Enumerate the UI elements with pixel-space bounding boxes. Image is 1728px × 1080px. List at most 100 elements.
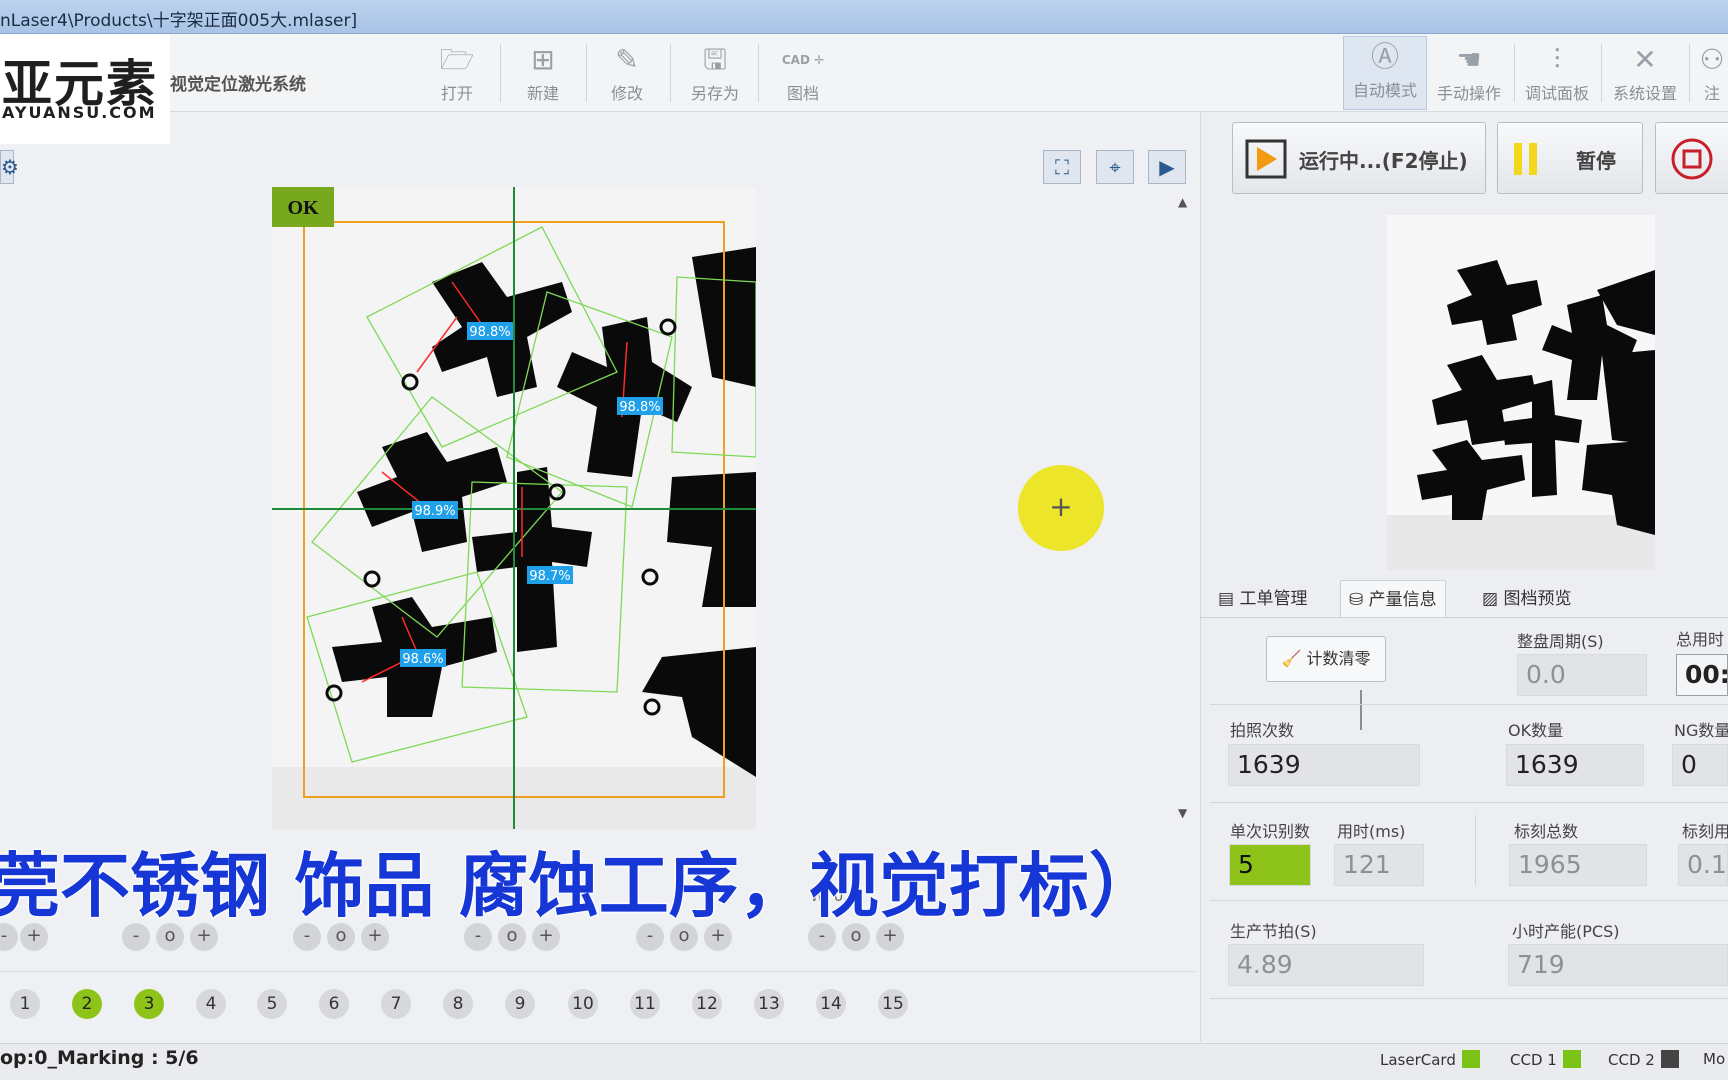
step-indicator[interactable]: 2: [72, 989, 102, 1019]
time-ms-value: 121: [1334, 844, 1424, 886]
marking-status: op:0_Marking : 5/6: [0, 1047, 199, 1069]
crosshair-target-icon: ⌖: [1109, 155, 1121, 179]
debug-panel-button[interactable]: ⫶ 调试面板: [1518, 40, 1596, 106]
manual-button[interactable]: ☚ 手动操作: [1430, 40, 1508, 106]
step-indicator[interactable]: 1: [10, 989, 40, 1019]
step-indicator[interactable]: 11: [630, 989, 660, 1019]
folder-open-icon: 🗁: [439, 43, 475, 76]
auto-mode-button[interactable]: Ⓐ 自动模式: [1343, 36, 1427, 110]
takt-label: 生产节拍(S): [1230, 922, 1317, 941]
tab-orders[interactable]: ▤ 工单管理: [1218, 580, 1307, 618]
shots-value: 1639: [1228, 744, 1420, 786]
step-indicator[interactable]: 7: [381, 989, 411, 1019]
user-icon: ⚇: [1699, 43, 1725, 76]
tab-production[interactable]: ⛁ 产量信息: [1340, 580, 1446, 618]
ng-count-value: 0: [1672, 744, 1728, 786]
clear-count-button[interactable]: 🧹 计数清零: [1266, 636, 1386, 682]
lasercard-indicator: [1461, 1050, 1480, 1068]
broom-icon: 🧹: [1281, 649, 1307, 668]
step-indicator[interactable]: 14: [816, 989, 846, 1019]
divider: [1210, 704, 1728, 705]
step-indicator[interactable]: 6: [319, 989, 349, 1019]
ccd1-status: CCD 1: [1510, 1050, 1581, 1069]
score-label: 98.8%: [469, 325, 510, 340]
new-button[interactable]: ⊞ 新建: [504, 40, 582, 106]
step-indicator[interactable]: 5: [257, 989, 287, 1019]
step-indicator[interactable]: 12: [692, 989, 722, 1019]
step-indicator[interactable]: 13: [754, 989, 784, 1019]
step-indicator[interactable]: 3: [134, 989, 164, 1019]
watermark-logo: 亚元素 AYUANSU.COM: [0, 34, 170, 144]
step-indicator[interactable]: 10: [568, 989, 598, 1019]
pause-button[interactable]: 暂停: [1497, 122, 1643, 194]
ccd2-status: CCD 2: [1608, 1050, 1679, 1069]
scroll-up-arrow-icon[interactable]: ▲: [1178, 195, 1187, 209]
window-title-bar: nLaser4\Products\十字架正面005大.mlaser]: [0, 0, 1728, 34]
tab-preview[interactable]: ▨ 图档预览: [1482, 580, 1571, 618]
step-indicator[interactable]: 15: [878, 989, 908, 1019]
tools-icon: ✕: [1633, 43, 1657, 76]
mark-total-value: 1965: [1509, 844, 1647, 886]
time-ms-label: 用时(ms): [1337, 822, 1406, 841]
toolbar-divider: [670, 44, 671, 102]
preview-image: [1387, 215, 1655, 570]
step-indicator[interactable]: 8: [443, 989, 473, 1019]
locate-button[interactable]: ⌖: [1096, 150, 1134, 184]
auto-mode-icon: Ⓐ: [1370, 40, 1399, 73]
result-ok-badge: OK: [287, 197, 319, 219]
plus-icon: ⊞: [531, 43, 555, 76]
ccd1-indicator: [1562, 1050, 1581, 1068]
fullscreen-icon: ⛶: [1055, 155, 1069, 179]
mark-time-value: 0.1: [1678, 844, 1728, 886]
down-arrow-icon: [1360, 690, 1362, 730]
gear-icon: ⚙: [1, 155, 19, 179]
total-time-label: 总用时: [1676, 630, 1725, 649]
drawing-button[interactable]: CAD ✛ 图档: [764, 40, 842, 106]
more-status: Mo: [1703, 1050, 1726, 1068]
score-label: 98.8%: [619, 400, 660, 415]
clipboard-icon: ▤: [1218, 589, 1240, 609]
camera-image-panel[interactable]: OK 98.8% 98.8% 98.9% 98.7% 98.6%: [272, 187, 756, 829]
pause-icon: [1514, 143, 1537, 175]
video-subtitle: 莞不锈钢 饰品 腐蚀工序，视觉打标）: [0, 844, 1160, 928]
save-as-button[interactable]: 🖫 另存为: [676, 40, 754, 106]
image-icon: ▨: [1482, 589, 1504, 609]
cycle-value: 0.0: [1517, 654, 1647, 696]
run-stop-button[interactable]: 运行中...(F2停止): [1232, 122, 1486, 194]
viewer-option-button[interactable]: ⚙: [0, 150, 19, 184]
open-button[interactable]: 🗁 打开: [418, 40, 496, 106]
viewer-scrollbar[interactable]: [1177, 190, 1195, 830]
hourly-label: 小时产能(PCS): [1512, 922, 1620, 941]
edit-button[interactable]: ✎ 修改: [588, 40, 666, 106]
takt-value: 4.89: [1228, 944, 1424, 986]
plus-icon: +: [1049, 490, 1073, 523]
scroll-down-arrow-icon[interactable]: ▼: [1178, 806, 1187, 820]
template-preview: [1387, 215, 1655, 570]
divider: [1210, 900, 1728, 901]
cursor-marker: +: [1018, 465, 1104, 551]
divider: [1210, 802, 1728, 803]
play-button[interactable]: ▶: [1148, 150, 1186, 184]
window-title: nLaser4\Products\十字架正面005大.mlaser]: [0, 11, 358, 31]
step-indicator[interactable]: 9: [505, 989, 535, 1019]
ok-count-value: 1639: [1506, 744, 1644, 786]
watermark-en: AYUANSU.COM: [2, 103, 157, 122]
stop-button[interactable]: [1655, 122, 1728, 194]
floppy-disk-icon: 🖫: [703, 43, 727, 76]
tab-divider: [1200, 617, 1728, 618]
database-icon: ⛁: [1349, 590, 1369, 610]
ng-count-label: NG数量: [1674, 721, 1728, 740]
toolbar-divider: [1689, 44, 1690, 102]
hand-icon: ☚: [1456, 43, 1482, 76]
score-label: 98.9%: [414, 504, 455, 519]
sliders-icon: ⫶: [1553, 43, 1561, 76]
toolbar-divider: [1514, 44, 1515, 102]
mark-time-label: 标刻用: [1682, 822, 1728, 841]
more-button[interactable]: ⚇ 注: [1696, 40, 1728, 106]
step-indicator[interactable]: 4: [196, 989, 226, 1019]
system-settings-button[interactable]: ✕ 系统设置: [1606, 40, 1684, 106]
fit-screen-button[interactable]: ⛶: [1043, 150, 1081, 184]
lasercard-status: LaserCard: [1380, 1050, 1480, 1069]
divider: [1475, 815, 1476, 885]
toolbar-divider: [1601, 44, 1602, 102]
